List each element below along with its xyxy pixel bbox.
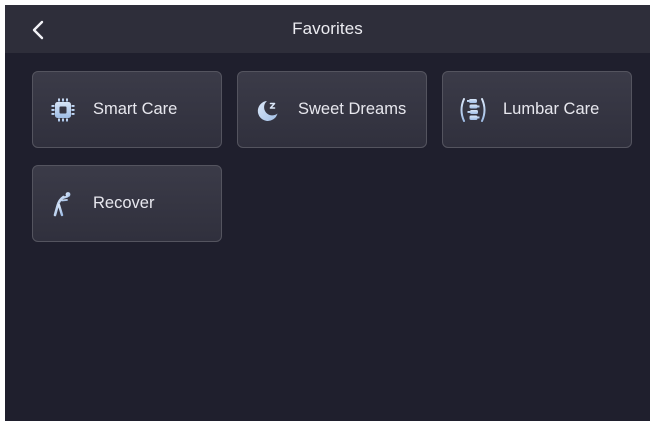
page-title: Favorites: [292, 19, 363, 38]
header-bar: Favorites: [5, 5, 650, 53]
favorite-label: Lumbar Care: [503, 100, 600, 118]
favorite-label: Sweet Dreams: [298, 100, 407, 118]
favorite-label: Recover: [93, 194, 155, 212]
chip-icon: [49, 96, 77, 124]
favorite-label: Smart Care: [93, 100, 178, 118]
favorite-tile-smart-care[interactable]: Smart Care: [32, 71, 222, 148]
favorites-grid: Smart Care Sweet Dreams Lumbar Care Reco…: [32, 71, 632, 242]
moon-sleep-icon: [254, 96, 282, 124]
favorite-tile-lumbar-care[interactable]: Lumbar Care: [442, 71, 632, 148]
spine-icon: [459, 96, 487, 124]
stretch-figure-icon: [49, 190, 77, 218]
favorite-tile-sweet-dreams[interactable]: Sweet Dreams: [237, 71, 427, 148]
favorite-tile-recover[interactable]: Recover: [32, 165, 222, 242]
favorites-screen: Favorites Smart Care Sweet Dreams Lumbar…: [5, 5, 650, 421]
